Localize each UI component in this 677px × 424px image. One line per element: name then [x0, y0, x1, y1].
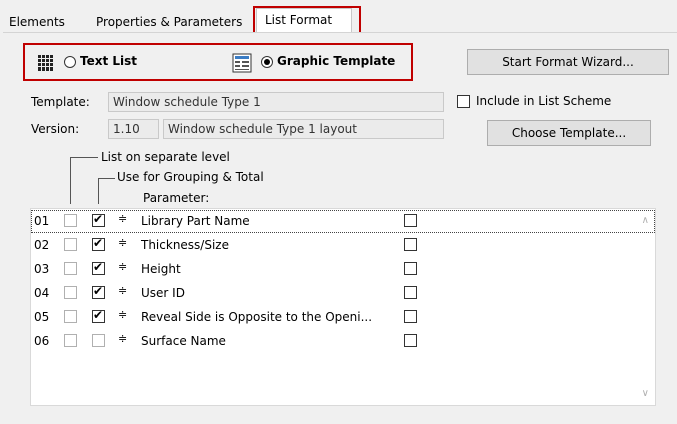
sort-order-icon[interactable]: ≑ [118, 236, 127, 249]
scroll-down-icon[interactable]: ∨ [642, 388, 649, 399]
row-number: 05 [34, 310, 50, 324]
grouping-total-checkbox[interactable] [92, 260, 105, 275]
choose-template-button[interactable]: Choose Template... [487, 120, 651, 146]
parameter-name: Thickness/Size [141, 238, 229, 252]
sort-order-icon[interactable]: ≑ [118, 284, 127, 297]
row-number: 01 [34, 214, 50, 228]
include-in-list-scheme-checkbox[interactable] [457, 95, 470, 108]
parameter-name: Reveal Side is Opposite to the Openi... [141, 310, 373, 324]
legend-grouping-total: Use for Grouping & Total [117, 170, 264, 184]
parameter-option-checkbox[interactable] [404, 214, 417, 227]
separate-level-checkbox[interactable] [64, 238, 77, 251]
tree-line-grouping-vertical [98, 178, 99, 204]
text-list-radio[interactable] [64, 56, 76, 68]
table-row[interactable]: 05 ≑ Reveal Side is Opposite to the Openi.… [31, 306, 655, 329]
parameter-option-checkbox[interactable] [404, 262, 417, 275]
parameter-name: Library Part Name [141, 214, 250, 228]
sort-order-icon[interactable]: ≑ [118, 212, 127, 225]
separate-level-checkbox[interactable] [64, 310, 77, 323]
tab-elements[interactable]: Elements [9, 12, 65, 32]
grouping-total-checkbox[interactable] [92, 308, 105, 323]
separate-level-checkbox[interactable] [64, 214, 77, 227]
separate-level-checkbox[interactable] [64, 262, 77, 275]
graphic-template-label[interactable]: Graphic Template [277, 54, 395, 68]
tab-properties-parameters[interactable]: Properties & Parameters [96, 12, 242, 32]
sort-order-icon[interactable]: ≑ [118, 308, 127, 321]
grouping-total-checkbox[interactable] [92, 284, 105, 299]
version-number-field: 1.10 [108, 119, 159, 139]
table-row[interactable]: 03 ≑ Height [31, 258, 655, 281]
separate-level-checkbox[interactable] [64, 334, 77, 347]
parameter-option-checkbox[interactable] [404, 286, 417, 299]
row-number: 04 [34, 286, 50, 300]
table-row[interactable]: 02 ≑ Thickness/Size [31, 234, 655, 257]
template-field: Window schedule Type 1 [108, 92, 444, 112]
tree-line-grouping-horizontal [98, 178, 115, 179]
parameter-list[interactable]: ∧ ∨ 01≑Library Part Name02≑Thickness/Siz… [30, 208, 656, 406]
grouping-total-checkbox[interactable] [92, 236, 105, 251]
parameter-name: Surface Name [141, 334, 226, 348]
legend-separate-level: List on separate level [101, 150, 230, 164]
start-format-wizard-button[interactable]: Start Format Wizard... [467, 49, 669, 75]
version-description-field: Window schedule Type 1 layout [163, 119, 444, 139]
legend-parameter: Parameter: [143, 191, 210, 205]
tree-line-separate-horizontal [70, 157, 98, 158]
parameter-option-checkbox[interactable] [404, 334, 417, 347]
graphic-template-radio[interactable] [261, 56, 273, 68]
table-row[interactable]: 04 ≑ User ID [31, 282, 655, 305]
sort-order-icon[interactable]: ≑ [118, 332, 127, 345]
grouping-total-checkbox[interactable] [92, 212, 105, 227]
table-row[interactable]: 06 ≑ Surface Name [31, 330, 655, 353]
text-list-label[interactable]: Text List [80, 54, 137, 68]
text-list-icon [37, 54, 55, 72]
version-label: Version: [31, 122, 80, 136]
row-number: 06 [34, 334, 50, 348]
row-number: 02 [34, 238, 50, 252]
include-in-list-scheme-label[interactable]: Include in List Scheme [476, 94, 611, 108]
graphic-template-icon [232, 53, 252, 73]
row-number: 03 [34, 262, 50, 276]
grouping-total-checkbox[interactable] [92, 334, 105, 347]
tree-line-separate-vertical [70, 157, 71, 204]
parameter-option-checkbox[interactable] [404, 238, 417, 251]
parameter-option-checkbox[interactable] [404, 310, 417, 323]
sort-order-icon[interactable]: ≑ [118, 260, 127, 273]
table-row[interactable]: 01 ≑ Library Part Name [31, 210, 655, 233]
parameter-name: Height [141, 262, 181, 276]
template-label: Template: [31, 95, 90, 109]
separate-level-checkbox[interactable] [64, 286, 77, 299]
parameter-name: User ID [141, 286, 185, 300]
